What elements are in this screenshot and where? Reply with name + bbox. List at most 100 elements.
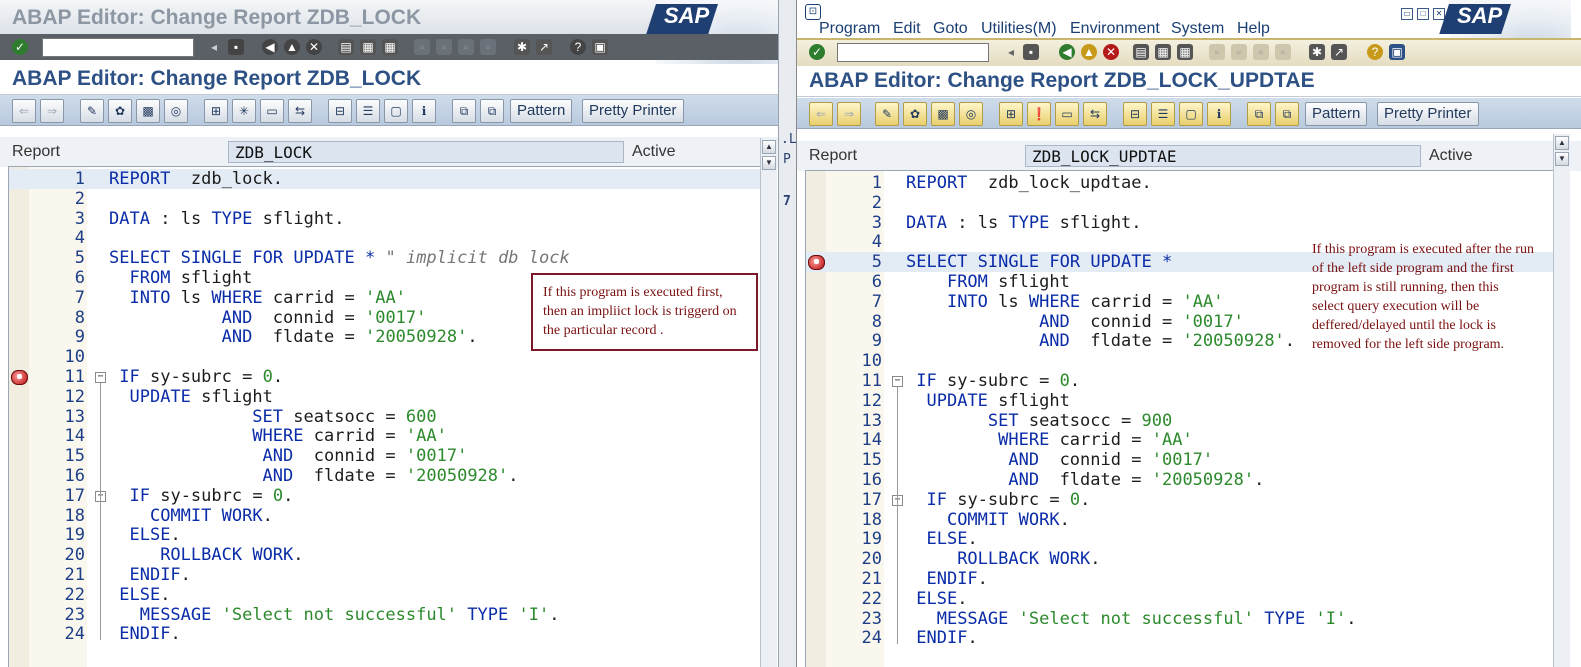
fullscreen-icon[interactable]: ▢ [384, 99, 408, 123]
first-page-icon[interactable]: ▫ [414, 39, 430, 55]
activate-icon[interactable]: ✿ [108, 99, 132, 123]
code-line[interactable]: 14 WHERE carrid = 'AA' [9, 426, 761, 446]
code-line[interactable]: 18 COMMIT WORK. [806, 510, 1558, 530]
code-line[interactable]: 13 SET seatsocc = 900 [806, 411, 1558, 431]
code-line[interactable]: 19 ELSE. [806, 529, 1558, 549]
back-icon[interactable]: ◀ [1059, 44, 1075, 60]
code-line[interactable]: 2 [806, 193, 1558, 213]
object-list-icon[interactable]: ✳ [232, 99, 256, 123]
code-line[interactable]: 13 SET seatsocc = 600 [9, 407, 761, 427]
find-next-icon[interactable]: ▦ [1177, 44, 1193, 60]
enhance-icon[interactable]: ⇆ [1083, 102, 1107, 126]
exit-icon[interactable]: ▲ [284, 39, 300, 55]
pretty-printer-button[interactable]: Pretty Printer [1377, 102, 1479, 126]
arrow-left-icon[interactable]: ◂ [1003, 44, 1019, 60]
save-icon[interactable]: ▪ [228, 39, 244, 55]
code-line[interactable]: 11 IF sy-subrc = 0. − [9, 367, 761, 387]
code-line[interactable]: 2 [9, 189, 761, 209]
hierarchy-icon[interactable]: ⊟ [328, 99, 352, 123]
session-breakpoint-icon[interactable]: ⧉ [452, 99, 476, 123]
report-name-field[interactable]: ZDB_LOCK_UPDTAE [1025, 145, 1421, 167]
forward-arrow-icon[interactable]: ⇒ [837, 102, 861, 126]
find-next-icon[interactable]: ▦ [382, 39, 398, 55]
test-icon[interactable]: ◎ [164, 99, 188, 123]
shortcut-icon[interactable]: ↗ [536, 39, 552, 55]
command-field[interactable] [42, 38, 194, 57]
command-field[interactable] [837, 43, 989, 62]
code-line[interactable]: 5 SELECT SINGLE FOR UPDATE * " implicit d… [9, 248, 761, 268]
find-icon[interactable]: ▦ [1155, 44, 1171, 60]
previous-page-icon[interactable]: ▫ [436, 39, 452, 55]
stack-icon[interactable]: ☰ [1151, 102, 1175, 126]
minimize-icon[interactable]: ▭ [1401, 8, 1413, 20]
external-breakpoint-icon[interactable]: ⧉ [1275, 102, 1299, 126]
find-icon[interactable]: ▦ [360, 39, 376, 55]
code-line[interactable]: 3 DATA : ls TYPE sflight. [806, 213, 1558, 233]
code-line[interactable]: 12 UPDATE sflight [806, 391, 1558, 411]
info-icon[interactable]: ℹ [412, 99, 436, 123]
next-page-icon[interactable]: ▫ [458, 39, 474, 55]
breakpoint-icon[interactable] [808, 255, 825, 271]
fullscreen-icon[interactable]: ▢ [1179, 102, 1203, 126]
first-page-icon[interactable]: ▫ [1209, 44, 1225, 60]
activate-icon[interactable]: ✿ [903, 102, 927, 126]
code-line[interactable]: 19 ELSE. [9, 525, 761, 545]
navigation-window-icon[interactable]: ▭ [1055, 102, 1079, 126]
back-arrow-icon[interactable]: ⇐ [12, 99, 36, 123]
test-icon[interactable]: ◎ [959, 102, 983, 126]
maximize-icon[interactable]: □ [1417, 8, 1429, 20]
stack-icon[interactable]: ☰ [356, 99, 380, 123]
code-line[interactable]: 3 DATA : ls TYPE sflight. [9, 209, 761, 229]
next-page-icon[interactable]: ▫ [1253, 44, 1269, 60]
arrow-left-icon[interactable]: ◂ [206, 39, 222, 55]
new-session-icon[interactable]: ✱ [1309, 44, 1325, 60]
customize-icon[interactable]: ▣ [592, 39, 608, 55]
menu-environment[interactable]: Environment [1070, 20, 1160, 38]
menu-program[interactable]: Program [819, 20, 880, 38]
code-line[interactable]: 21 ENDIF. [9, 565, 761, 585]
menu-utilities[interactable]: Utilities(M) [981, 20, 1057, 38]
code-line[interactable]: 20 ROLLBACK WORK. [806, 549, 1558, 569]
code-line[interactable]: 24 ENDIF. [806, 628, 1558, 648]
code-line[interactable]: 23 MESSAGE 'Select not successful' TYPE … [9, 605, 761, 625]
display-change-icon[interactable]: ✎ [80, 99, 104, 123]
check-icon[interactable]: ▩ [931, 102, 955, 126]
pattern-button[interactable]: Pattern [510, 99, 573, 123]
pattern-button[interactable]: Pattern [1305, 102, 1368, 126]
menu-help[interactable]: Help [1237, 20, 1270, 38]
last-page-icon[interactable]: ▫ [480, 39, 496, 55]
report-name-field[interactable]: ZDB_LOCK [228, 141, 624, 163]
code-line[interactable]: 17 IF sy-subrc = 0.− [806, 490, 1558, 510]
pretty-printer-button[interactable]: Pretty Printer [582, 99, 684, 123]
hierarchy-icon[interactable]: ⊟ [1123, 102, 1147, 126]
enter-icon[interactable]: ✓ [12, 39, 28, 55]
code-line[interactable]: 15 AND connid = '0017' [806, 450, 1558, 470]
code-line[interactable]: 15 AND connid = '0017' [9, 446, 761, 466]
enter-icon[interactable]: ✓ [809, 44, 825, 60]
code-line[interactable]: 14 WHERE carrid = 'AA' [806, 430, 1558, 450]
code-line[interactable]: 24 ENDIF. [9, 624, 761, 644]
code-line[interactable]: 17 IF sy-subrc = 0.− [9, 486, 761, 506]
save-icon[interactable]: ▪ [1023, 44, 1039, 60]
menu-edit[interactable]: Edit [893, 20, 921, 38]
code-line[interactable]: 16 AND fldate = '20050928'. [806, 470, 1558, 490]
forward-arrow-icon[interactable]: ⇒ [40, 99, 64, 123]
customize-icon[interactable]: ▣ [1389, 44, 1405, 60]
back-icon[interactable]: ◀ [262, 39, 278, 55]
code-line[interactable]: 20 ROLLBACK WORK. [9, 545, 761, 565]
editor-vertical-scrollbar[interactable]: ▲ ▼ [760, 138, 777, 667]
back-arrow-icon[interactable]: ⇐ [809, 102, 833, 126]
display-change-icon[interactable]: ✎ [875, 102, 899, 126]
fold-toggle-icon[interactable]: − [892, 376, 903, 387]
new-session-icon[interactable]: ✱ [514, 39, 530, 55]
menu-goto[interactable]: Goto [933, 20, 968, 38]
external-breakpoint-icon[interactable]: ⧉ [480, 99, 504, 123]
help-icon[interactable]: ? [1367, 44, 1383, 60]
session-breakpoint-icon[interactable]: ⧉ [1247, 102, 1271, 126]
info-icon[interactable]: ℹ [1207, 102, 1231, 126]
code-line[interactable]: 23 MESSAGE 'Select not successful' TYPE … [806, 609, 1558, 629]
code-line[interactable]: 1 REPORT zdb_lock. [9, 169, 761, 189]
enhance-icon[interactable]: ⇆ [288, 99, 312, 123]
object-list-icon[interactable]: ❗ [1027, 102, 1051, 126]
editor-vertical-scrollbar[interactable]: ▲ ▼ [1553, 134, 1570, 667]
